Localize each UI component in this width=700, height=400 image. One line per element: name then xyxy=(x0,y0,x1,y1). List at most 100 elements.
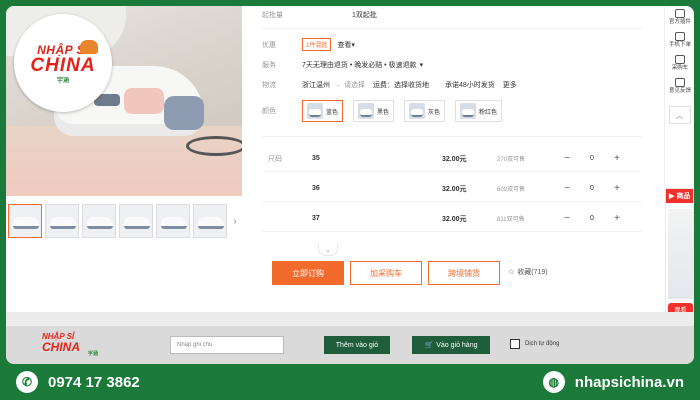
table-row: 尺码 35 32.00元 270双可售 − 0 + xyxy=(262,146,642,172)
sidebar-item-label: 采购车 xyxy=(671,65,689,71)
logistics-more[interactable]: 更多 xyxy=(503,80,517,90)
go-to-cart-button[interactable]: 🛒 Vào giỏ hàng xyxy=(412,336,490,354)
plus-button[interactable]: + xyxy=(610,212,624,226)
quantity-value[interactable]: 0 xyxy=(574,155,610,162)
chevron-down-icon: ⌄ xyxy=(325,246,331,254)
size-name: 37 xyxy=(312,215,320,222)
extension-toolbar: NHẬP SỈ CHINA 宇涵 Thêm vào giỏ 🛒 Vào giỏ … xyxy=(6,326,694,364)
plus-button[interactable]: + xyxy=(610,182,624,196)
globe-icon: ◍ xyxy=(542,371,565,393)
divider xyxy=(262,28,642,29)
size-price: 32.00元 xyxy=(442,155,467,163)
minus-button[interactable]: − xyxy=(560,152,574,166)
minus-button[interactable]: − xyxy=(560,182,574,196)
color-label: 颜色 xyxy=(262,108,276,115)
thumbnail[interactable] xyxy=(119,204,153,238)
color-option-gray[interactable]: 灰色 xyxy=(404,100,446,122)
quantity-stepper: − 0 + xyxy=(560,212,624,226)
size-price: 32.00元 xyxy=(442,215,467,223)
logistics-fee: 运费：选择收货地 xyxy=(373,82,429,89)
minus-button[interactable]: − xyxy=(560,212,574,226)
screenshot-frame: NHẬP SỈ CHINA 宇涵 › 起批量 1双起批 优惠 1件混批 查看 ▾… xyxy=(6,6,694,364)
offer-view-link[interactable]: 查看 xyxy=(337,40,351,50)
auto-translate-checkbox[interactable] xyxy=(510,339,520,349)
quantity-value[interactable]: 0 xyxy=(574,185,610,192)
thumbnail[interactable] xyxy=(193,204,227,238)
plugin-icon xyxy=(675,9,685,18)
swatch-image xyxy=(409,103,426,119)
toolbar-logo-sub: 宇涵 xyxy=(88,351,99,357)
footer-phone[interactable]: ✆ 0974 17 3862 xyxy=(16,371,140,393)
sidebar-item-feedback[interactable]: 意见反馈 xyxy=(665,75,694,98)
quantity-stepper: − 0 + xyxy=(560,152,624,166)
auto-translate-label: Dịch tự động xyxy=(525,341,560,347)
add-to-basket-button[interactable]: Thêm vào giỏ xyxy=(324,336,390,354)
add-to-cart-button[interactable]: 加采购车 xyxy=(350,261,422,285)
offer-row: 优惠 1件混批 查看 ▾ xyxy=(262,38,355,51)
color-option-label: 蓝色 xyxy=(326,109,339,116)
size-stock: 609双可售 xyxy=(497,187,526,193)
thumbnail[interactable] xyxy=(8,204,42,238)
live-preview-image xyxy=(668,209,693,299)
sidebar-item-plugin[interactable]: 官方插件 xyxy=(665,6,694,29)
color-option-label: 黑色 xyxy=(377,109,390,116)
table-row: 36 32.00元 609双可售 − 0 + xyxy=(262,176,642,202)
sidebar-item-label: 意见反馈 xyxy=(668,88,691,94)
brand-logo: NHẬP SỈ CHINA 宇涵 xyxy=(14,14,112,112)
color-options: 蓝色 黑色 灰色 粉红色 xyxy=(302,100,503,122)
contact-footer: ✆ 0974 17 3862 ◍ nhapsichina.vn xyxy=(0,364,700,400)
swatch-image xyxy=(358,103,375,119)
divider xyxy=(262,136,642,137)
logistics-ship: 承诺48小时发货 xyxy=(445,82,495,89)
quantity-stepper: − 0 + xyxy=(560,182,624,196)
color-row: 颜色 蓝色 黑色 灰色 粉红色 xyxy=(262,100,503,122)
size-label: 尺码 xyxy=(268,155,282,163)
footer-phone-text: 0974 17 3862 xyxy=(48,373,140,391)
thumbnail[interactable] xyxy=(156,204,190,238)
service-row: 服务 7天无理由退货 • 晚发必赔 • 极速退款 ▾ xyxy=(262,60,423,70)
logistics-to[interactable]: 请选择 xyxy=(344,80,365,90)
live-widget[interactable]: ▶ 商品 观看 xyxy=(665,188,694,326)
go-to-cart-label: Vào giỏ hàng xyxy=(436,341,478,349)
moq-label: 起批量 xyxy=(262,12,283,19)
sidebar-item-label: 手机下单 xyxy=(668,42,691,48)
swatch-image xyxy=(460,103,477,119)
order-now-button[interactable]: 立即订购 xyxy=(272,261,344,285)
cross-border-button[interactable]: 跨境铺货 xyxy=(428,261,500,285)
size-stock: 270双可售 xyxy=(497,157,526,163)
live-title: ▶ 商品 xyxy=(666,189,693,203)
service-value: 7天无理由退货 • 晚发必赔 • 极速退款 xyxy=(302,62,417,69)
logo-sub-text: 宇涵 xyxy=(56,77,69,84)
photo-stool xyxy=(186,136,242,156)
footer-website[interactable]: ◍ nhapsichina.vn xyxy=(542,371,684,393)
note-input[interactable] xyxy=(170,336,284,354)
color-option-label: 粉红色 xyxy=(479,109,498,116)
color-option-black[interactable]: 黑色 xyxy=(353,100,395,122)
offer-tag: 1件混批 xyxy=(302,38,332,51)
auto-translate-toggle[interactable]: Dịch tự động xyxy=(510,339,559,349)
thumbnail[interactable] xyxy=(45,204,79,238)
color-option-pink[interactable]: 粉红色 xyxy=(455,100,503,122)
sidebar-item-mobile[interactable]: 手机下单 xyxy=(665,29,694,52)
right-sidebar: 官方插件 手机下单 采购车 意见反馈 ︿ xyxy=(664,6,694,186)
sidebar-item-cart[interactable]: 采购车 xyxy=(665,52,694,75)
quantity-value[interactable]: 0 xyxy=(574,215,610,222)
feedback-icon xyxy=(675,78,685,87)
moq-value: 1双起批 xyxy=(352,12,377,19)
size-stock: 811双可售 xyxy=(497,217,525,223)
size-price: 32.00元 xyxy=(442,185,467,193)
color-option-blue[interactable]: 蓝色 xyxy=(302,100,344,122)
expand-sizes-button[interactable]: ⌄ xyxy=(318,244,338,256)
phone-icon: ✆ xyxy=(16,371,38,393)
thumbnail[interactable] xyxy=(82,204,116,238)
page-gray-band xyxy=(6,312,694,326)
table-row: 37 32.00元 811双可售 − 0 + xyxy=(262,206,642,232)
favorite-count: 收藏(719) xyxy=(517,269,548,276)
favorite-button[interactable]: ☆ 收藏(719) xyxy=(508,267,548,277)
offer-label: 优惠 xyxy=(262,41,276,49)
chevron-right-icon[interactable]: › xyxy=(230,204,240,238)
cart-icon: 🛒 xyxy=(424,342,434,349)
chevron-down-icon[interactable]: ▾ xyxy=(420,61,424,69)
back-to-top-button[interactable]: ︿ xyxy=(668,106,691,124)
plus-button[interactable]: + xyxy=(610,152,624,166)
